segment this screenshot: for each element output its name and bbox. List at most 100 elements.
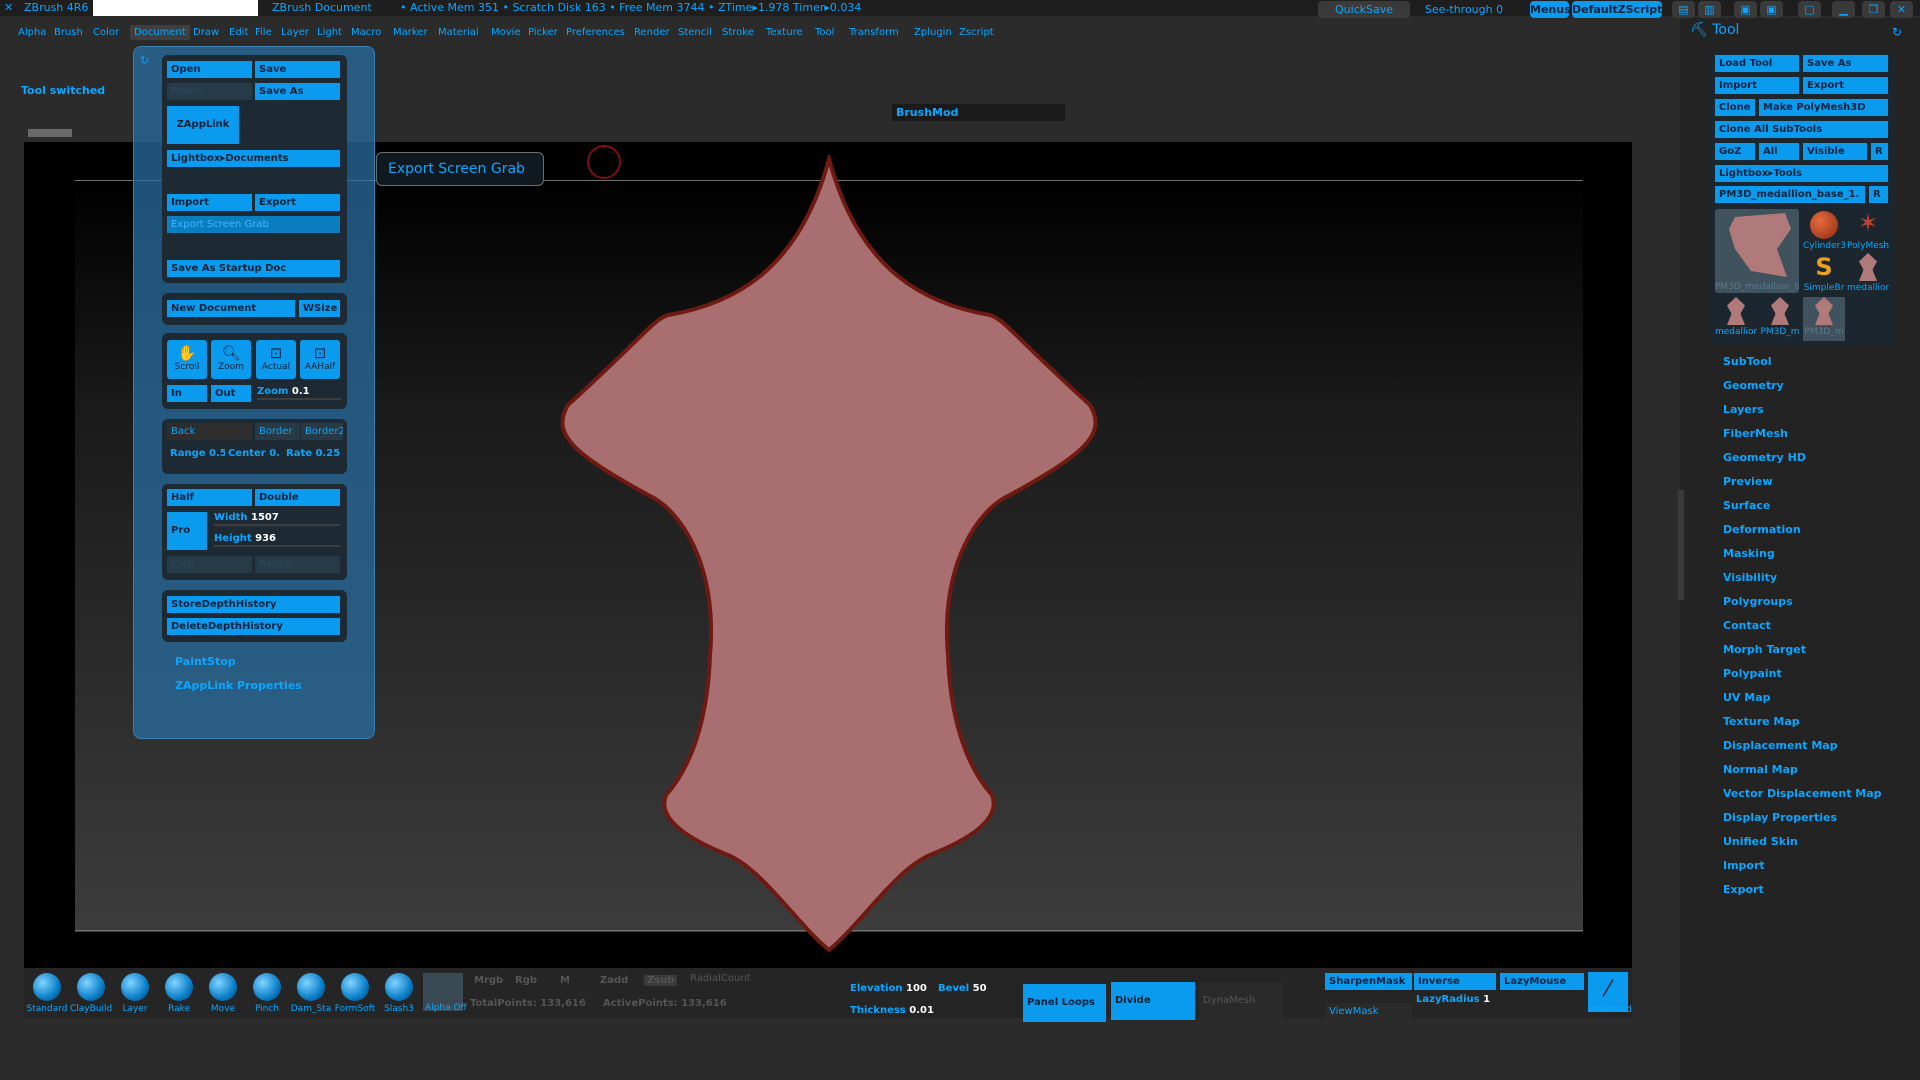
rate-slider[interactable]: Rate 0.25	[286, 445, 342, 462]
section-masking[interactable]: Masking	[1723, 547, 1775, 560]
radialcount-slider[interactable]: RadialCount	[690, 973, 751, 984]
menu-material[interactable]: Material	[438, 27, 479, 38]
brush-rake[interactable]: Rake	[158, 973, 200, 1014]
save-as-tool-button[interactable]: Save As	[1803, 55, 1888, 72]
import-tool-button[interactable]: Import	[1715, 77, 1799, 94]
resize-button[interactable]: Resize	[255, 556, 340, 573]
tray-divider-handle[interactable]	[1678, 490, 1684, 600]
menu-stencil[interactable]: Stencil	[678, 27, 712, 38]
section-deformation[interactable]: Deformation	[1723, 523, 1801, 536]
restore-icon[interactable]: ❐	[1862, 1, 1885, 18]
popup-refresh-icon[interactable]: ↻	[140, 54, 149, 67]
menu-marker[interactable]: Marker	[393, 27, 428, 38]
layout-icon[interactable]: ▤	[1672, 1, 1695, 18]
menu-alpha[interactable]: Alpha	[18, 27, 46, 38]
current-tool-thumbnail[interactable]: PM3D_medallion_b	[1715, 209, 1799, 293]
bevel-slider[interactable]: Bevel 50	[938, 983, 987, 994]
quicksave-button[interactable]: QuickSave	[1318, 1, 1410, 18]
clone-button[interactable]: Clone	[1715, 99, 1755, 116]
close-icon[interactable]: ✕	[1890, 1, 1913, 18]
minimize-icon[interactable]: ▁	[1832, 1, 1855, 18]
menu-stroke[interactable]: Stroke	[722, 27, 754, 38]
section-vector-displacement-map[interactable]: Vector Displacement Map	[1723, 787, 1882, 800]
menu-color[interactable]: Color	[93, 27, 119, 38]
zsub-toggle[interactable]: Zsub	[644, 975, 678, 986]
layout2-icon[interactable]: ▥	[1698, 1, 1721, 18]
delete-depth-history-button[interactable]: DeleteDepthHistory	[167, 618, 340, 635]
crop-button[interactable]: Crop	[167, 556, 252, 573]
save-startup-doc-button[interactable]: Save As Startup Doc	[167, 260, 340, 277]
elevation-slider[interactable]: Elevation 100	[850, 983, 927, 994]
rgb-toggle[interactable]: Rgb	[515, 975, 537, 986]
section-geometry[interactable]: Geometry	[1723, 379, 1784, 392]
zoom-in-button[interactable]: In	[167, 385, 207, 402]
menu-zscript[interactable]: Zscript	[959, 27, 994, 38]
export-screen-grab-button[interactable]: Export Screen Grab	[167, 216, 340, 233]
brush-standard[interactable]: Standard	[26, 973, 68, 1014]
polymesh-thumb[interactable]: ✶ PolyMesh	[1847, 209, 1889, 253]
actual-button[interactable]: ⊡ Actual	[256, 340, 296, 379]
section-layers[interactable]: Layers	[1723, 403, 1764, 416]
section-polygroups[interactable]: Polygroups	[1723, 595, 1793, 608]
clone-all-subtools-button[interactable]: Clone All SubTools	[1715, 121, 1888, 138]
brush-layer[interactable]: Layer	[114, 973, 156, 1014]
zapplink-button[interactable]: ZAppLink	[167, 106, 239, 144]
dock-icon[interactable]: ▣	[1734, 1, 1757, 18]
section-subtool[interactable]: SubTool	[1723, 355, 1772, 368]
panel-loops-button[interactable]: Panel Loops	[1023, 984, 1106, 1022]
tool-palette-header[interactable]: ⛏ Tool	[1690, 22, 1739, 38]
import-button[interactable]: Import	[167, 194, 252, 211]
menu-movie[interactable]: Movie	[491, 27, 521, 38]
aahalf-button[interactable]: ⊡ AAHalf	[300, 340, 340, 379]
section-geometry-hd[interactable]: Geometry HD	[1723, 451, 1806, 464]
save-button[interactable]: Save	[255, 61, 340, 78]
inverse-button[interactable]: Inverse	[1414, 973, 1496, 990]
section-export[interactable]: Export	[1723, 883, 1764, 896]
menu-tool[interactable]: Tool	[815, 27, 834, 38]
height-slider[interactable]: Height 936	[214, 530, 340, 547]
paintstop-link[interactable]: PaintStop	[175, 655, 236, 668]
menu-macro[interactable]: Macro	[351, 27, 381, 38]
dynamesh-button[interactable]: DynaMesh	[1199, 982, 1283, 1020]
medallion-thumb-2[interactable]: medallion	[1715, 297, 1757, 341]
simplebrush-thumb[interactable]: S SimpleBr	[1803, 253, 1845, 297]
load-tool-button[interactable]: Load Tool	[1715, 55, 1799, 72]
section-normal-map[interactable]: Normal Map	[1723, 763, 1798, 776]
open-button[interactable]: Open	[167, 61, 252, 78]
medallion-shape[interactable]	[560, 155, 1100, 955]
zoom-out-button[interactable]: Out	[211, 385, 251, 402]
wsize-button[interactable]: WSize	[299, 300, 340, 317]
goz-visible-button[interactable]: Visible	[1803, 143, 1867, 160]
lock-icon[interactable]: ▢	[1798, 1, 1821, 18]
brush-claybuild[interactable]: ClayBuild	[70, 973, 112, 1014]
pro-button[interactable]: Pro	[167, 512, 207, 550]
menu-picker[interactable]: Picker	[528, 27, 558, 38]
palette-refresh-icon[interactable]: ↻	[1892, 25, 1902, 39]
menu-zplugin[interactable]: Zplugin	[914, 27, 952, 38]
goz-button[interactable]: GoZ	[1715, 143, 1755, 160]
export-button[interactable]: Export	[255, 194, 340, 211]
brush-pinch[interactable]: Pinch	[246, 973, 288, 1014]
center-slider[interactable]: Center 0.	[228, 445, 283, 462]
half-button[interactable]: Half	[167, 489, 252, 506]
section-contact[interactable]: Contact	[1723, 619, 1771, 632]
pm3d-thumb-1[interactable]: PM3D_m	[1759, 297, 1801, 341]
back-color-swatch[interactable]: Back	[167, 423, 252, 440]
export-tool-button[interactable]: Export	[1803, 77, 1888, 94]
make-polymesh-button[interactable]: Make PolyMesh3D	[1759, 99, 1888, 116]
menu-transform[interactable]: Transform	[849, 27, 899, 38]
brush-damstandard[interactable]: Dam_Sta	[290, 973, 332, 1014]
menu-brush[interactable]: Brush	[54, 27, 83, 38]
scroll-indicator[interactable]	[28, 129, 72, 137]
brush-slash3[interactable]: Slash3	[378, 973, 420, 1014]
range-slider[interactable]: Range 0.5	[170, 445, 225, 462]
section-polypaint[interactable]: Polypaint	[1723, 667, 1782, 680]
brush-move[interactable]: Move	[202, 973, 244, 1014]
new-document-button[interactable]: New Document	[167, 300, 295, 317]
brushmod-field[interactable]: BrushMod	[892, 104, 1065, 121]
m-toggle[interactable]: M	[560, 975, 570, 986]
section-import[interactable]: Import	[1723, 859, 1765, 872]
save-as-button[interactable]: Save As	[255, 83, 340, 100]
menu-light[interactable]: Light	[317, 27, 342, 38]
section-preview[interactable]: Preview	[1723, 475, 1773, 488]
